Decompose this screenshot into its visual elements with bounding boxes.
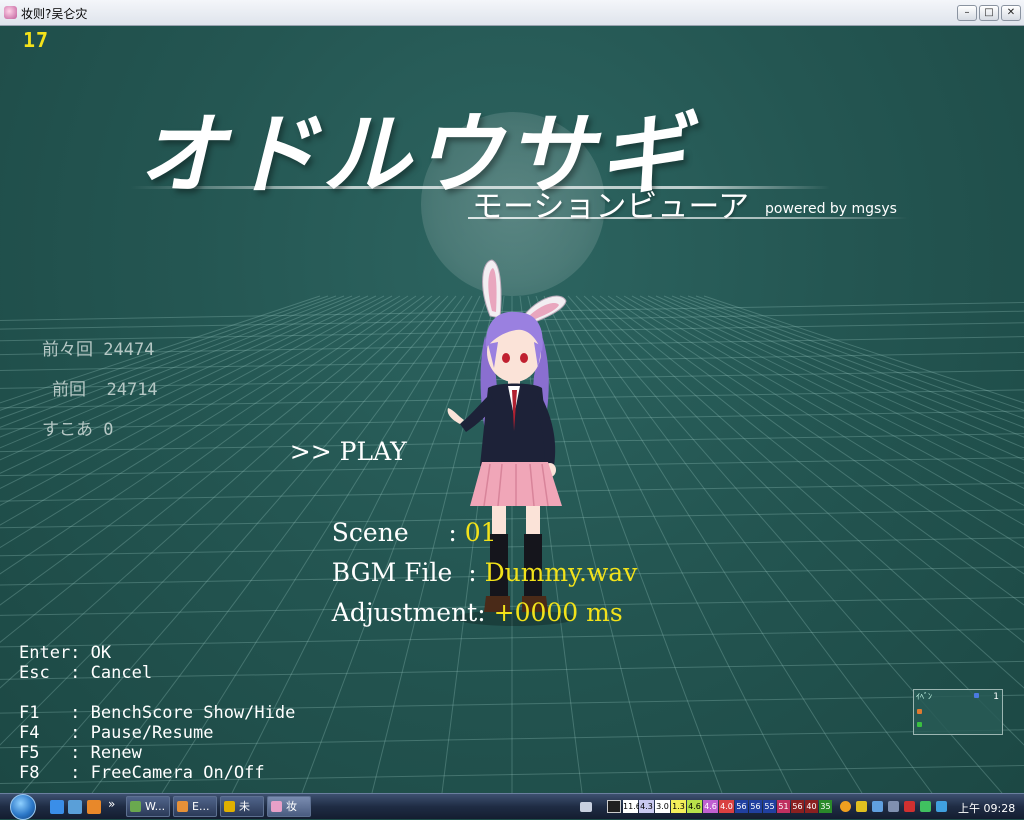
show-desktop-icon[interactable] <box>68 800 82 814</box>
network-icon[interactable] <box>888 801 899 812</box>
tray-stat-box[interactable]: 4.0 <box>719 800 734 813</box>
tray-stat-box[interactable]: 56 <box>735 800 748 813</box>
task-icon <box>271 801 282 812</box>
help-line: Enter: OK <box>19 643 112 663</box>
tray-stat-box[interactable]: 40 <box>805 800 818 813</box>
game-viewport[interactable]: 17 オドルウサギ モーションビューア powered by mgsys 前々回… <box>0 26 1024 793</box>
users-icon[interactable] <box>872 801 883 812</box>
tray-stat-box[interactable]: 11.6 <box>623 800 641 813</box>
ie-icon[interactable] <box>50 800 64 814</box>
minimap-marker <box>917 722 922 727</box>
minimap-marker <box>974 693 979 698</box>
help-line: F1 : BenchScore Show/Hide <box>19 703 296 723</box>
task-icon <box>130 801 141 812</box>
tray-stat-box[interactable]: 56 <box>749 800 762 813</box>
tray-stat-box[interactable]: 56 <box>791 800 804 813</box>
keyboard-icon[interactable] <box>580 802 592 812</box>
task-icon <box>224 801 235 812</box>
help-line: F4 : Pause/Resume <box>19 723 214 743</box>
help-line: F8 : FreeCamera On/Off <box>19 763 265 783</box>
tray-stat-box[interactable]: 1.3 <box>671 800 686 813</box>
task-icon <box>177 801 188 812</box>
score-row: 前々回 24474 <box>42 340 155 360</box>
help-line <box>19 683 295 703</box>
tray-stat-box[interactable]: 4.6 <box>703 800 718 813</box>
close-button[interactable]: ✕ <box>1001 5 1021 21</box>
help-line: F5 : Renew <box>19 743 142 763</box>
minimap-count: 1 <box>993 692 999 702</box>
play-option[interactable]: PLAY <box>340 437 407 466</box>
bench-scores: 前々回 24474 前回 24714 すこあ 0 <box>42 330 158 450</box>
adjustment-label: Adjustment <box>331 598 478 627</box>
fps-counter: 17 <box>23 28 50 52</box>
weather-icon[interactable] <box>936 801 947 812</box>
window-titlebar[interactable]: 妆则?吴仑灾 – □ ✕ <box>0 0 1024 26</box>
volume-icon[interactable] <box>904 801 915 812</box>
menu-cursor: >> <box>289 437 332 466</box>
tray-stat-box[interactable]: 4.3 <box>639 800 654 813</box>
powered-by-label: powered by mgsys <box>765 201 897 217</box>
info-icon[interactable] <box>840 801 851 812</box>
minimap-header: ｲﾍﾞﾝ <box>916 692 932 701</box>
taskbar-task[interactable]: E... <box>173 796 217 817</box>
windows-taskbar: » W... E... 未 妆 11.6 4.3 3.0 1.3 4.6 4.6 4.0 56… <box>0 793 1024 820</box>
tray-stat-box[interactable]: 3.0 <box>655 800 670 813</box>
minimap-panel[interactable]: ｲﾍﾞﾝ 1 <box>913 689 1003 735</box>
taskbar-clock[interactable]: 上午 09:28 <box>958 800 1015 816</box>
tray-stat-box[interactable]: 4.6 <box>687 800 702 813</box>
media-player-icon[interactable] <box>87 800 101 814</box>
menu-play-row[interactable]: >> PLAY <box>258 408 407 495</box>
adjustment-value: +0000 ms <box>493 598 623 627</box>
tray-stat-box[interactable]: 55 <box>763 800 776 813</box>
start-button[interactable] <box>10 794 36 820</box>
help-line: Esc : Cancel <box>19 663 153 683</box>
tray-app-icon[interactable] <box>920 801 931 812</box>
window-title: 妆则?吴仑灾 <box>21 7 88 21</box>
menu-adjustment-row[interactable]: Adjustment: +0000 ms <box>300 569 623 656</box>
quicklaunch-more-button[interactable]: » <box>108 797 115 811</box>
game-logo-subtitle: モーションビューア <box>472 189 750 225</box>
tray-stat-box[interactable]: 51 <box>777 800 790 813</box>
tray-stat-box[interactable]: 35 <box>819 800 832 813</box>
tray-monitor-icon[interactable] <box>607 800 621 813</box>
maximize-button[interactable]: □ <box>979 5 999 21</box>
taskbar-task-active[interactable]: 妆 <box>267 796 311 817</box>
taskbar-task[interactable]: 未 <box>220 796 264 817</box>
score-row: すこあ 0 <box>42 420 114 440</box>
minimap-marker <box>917 709 922 714</box>
app-icon <box>4 6 17 19</box>
taskbar-task[interactable]: W... <box>126 796 170 817</box>
shield-icon[interactable] <box>856 801 867 812</box>
score-row: 前回 24714 <box>52 380 158 400</box>
key-help: Enter: OK Esc : Cancel F1 : BenchScore S… <box>19 643 295 783</box>
minimize-button[interactable]: – <box>957 5 977 21</box>
